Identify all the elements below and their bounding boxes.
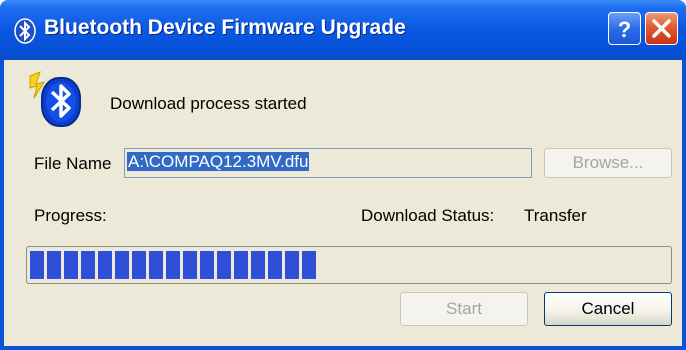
- browse-button[interactable]: Browse...: [544, 148, 672, 178]
- firmware-upgrade-window: Bluetooth Device Firmware Upgrade ? Down…: [0, 0, 686, 350]
- download-status-value: Transfer: [524, 206, 587, 225]
- status-message: Download process started: [110, 94, 307, 113]
- file-name-label: File Name: [34, 154, 112, 173]
- progress-label: Progress:: [34, 206, 107, 225]
- cancel-button[interactable]: Cancel: [544, 292, 672, 326]
- window-title: Bluetooth Device Firmware Upgrade: [44, 16, 406, 39]
- bluetooth-icon: [14, 18, 36, 44]
- progress-fill: [30, 251, 318, 279]
- help-button[interactable]: ?: [608, 12, 641, 45]
- close-button[interactable]: [645, 12, 678, 45]
- bluetooth-device-icon: [28, 70, 84, 130]
- download-status-label: Download Status:: [361, 206, 495, 225]
- start-button[interactable]: Start: [400, 292, 528, 326]
- svg-text:?: ?: [618, 17, 631, 42]
- help-icon: ?: [618, 17, 631, 42]
- close-icon: [652, 19, 671, 38]
- file-name-value: A:\COMPAQ12.3MV.dfu: [127, 152, 310, 171]
- title-bar[interactable]: Bluetooth Device Firmware Upgrade ?: [0, 0, 686, 60]
- dialog-body: Download process started File Name A:\CO…: [4, 60, 682, 346]
- file-name-field[interactable]: A:\COMPAQ12.3MV.dfu: [124, 148, 532, 178]
- progress-bar: [26, 246, 672, 284]
